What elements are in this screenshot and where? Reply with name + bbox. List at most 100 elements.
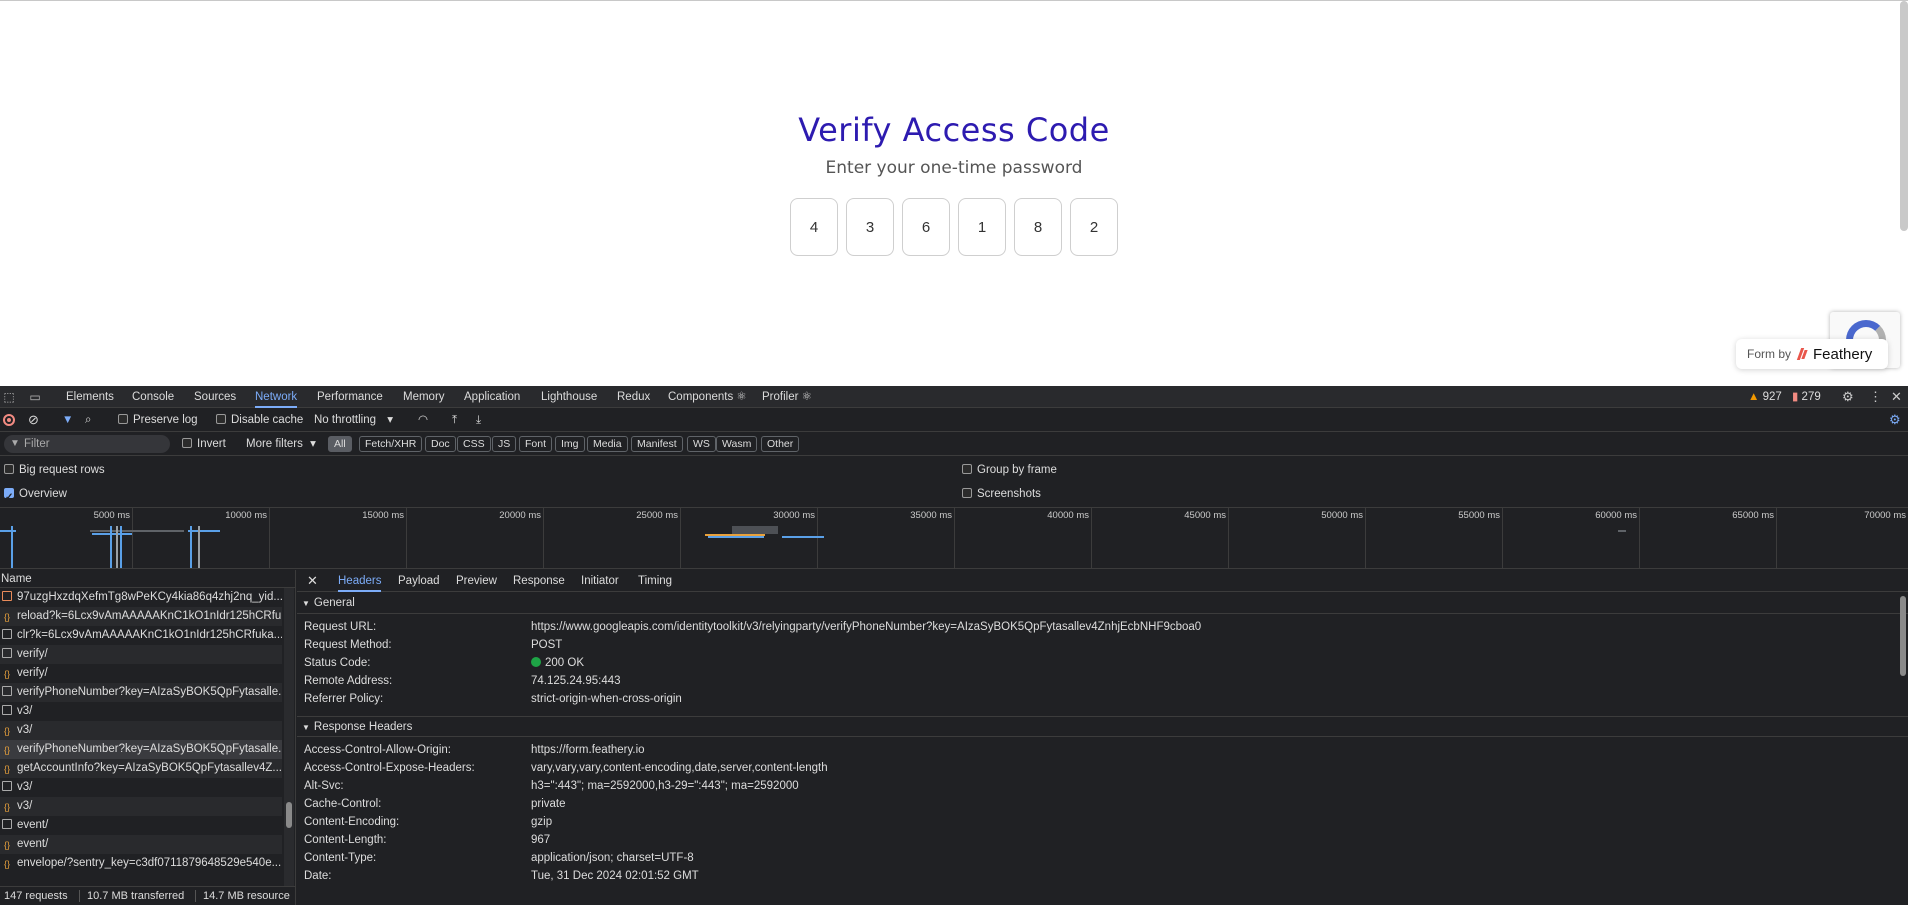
clear-icon[interactable]: ⊘ <box>28 408 39 432</box>
header-value[interactable]: POST <box>531 636 562 654</box>
request-row[interactable]: event/ <box>0 816 282 835</box>
header-value[interactable]: private <box>531 795 566 813</box>
tab-timing[interactable]: Timing <box>638 570 672 592</box>
tab-sources[interactable]: Sources <box>194 386 236 408</box>
tab-application[interactable]: Application <box>464 386 520 408</box>
tab-response[interactable]: Response <box>513 570 565 592</box>
screenshots-checkbox[interactable]: Screenshots <box>962 482 1041 506</box>
type-filter-manifest[interactable]: Manifest <box>631 436 683 452</box>
general-section-header[interactable]: ▼ General <box>297 593 1908 614</box>
request-row[interactable]: {} reload?k=6Lcx9vAmAAAAAKnC1kO1nIdr125hC… <box>0 607 282 626</box>
preserve-log-checkbox[interactable]: Preserve log <box>118 408 198 432</box>
type-filter-fetch-xhr[interactable]: Fetch/XHR <box>359 436 423 452</box>
scrollbar-thumb[interactable] <box>1900 596 1906 676</box>
header-value[interactable]: 200 OK <box>531 654 584 672</box>
request-row[interactable]: {} verifyPhoneNumber?key=AIzaSyBOK5QpFyta… <box>0 740 282 759</box>
request-row[interactable]: verifyPhoneNumber?key=AIzaSyBOK5QpFytasa… <box>0 683 282 702</box>
header-value[interactable]: https://www.googleapis.com/identitytoolk… <box>531 618 1201 636</box>
request-row[interactable]: clr?k=6Lcx9vAmAAAAAKnC1kO1nIdr125hCRfuka… <box>0 626 282 645</box>
type-filter-all[interactable]: All <box>328 436 352 452</box>
warnings-counter[interactable]: ▲ 927 <box>1748 386 1782 408</box>
network-conditions-icon[interactable]: ◠ <box>418 408 428 432</box>
form-by-feathery-badge[interactable]: Form by Feathery <box>1736 339 1888 369</box>
header-value[interactable]: h3=":443"; ma=2592000,h3-29=":443"; ma=2… <box>531 777 799 795</box>
group-by-frame-checkbox[interactable]: Group by frame <box>962 458 1057 482</box>
otp-digit-input[interactable]: 3 <box>846 198 894 256</box>
request-row[interactable]: v3/ <box>0 778 282 797</box>
tab-network[interactable]: Network <box>255 386 298 408</box>
request-row[interactable]: {} v3/ <box>0 721 282 740</box>
type-filter-font[interactable]: Font <box>519 436 553 452</box>
throttling-select[interactable]: No throttling ▾ <box>314 408 393 432</box>
header-value[interactable]: application/json; charset=UTF-8 <box>531 849 694 867</box>
otp-digit-input[interactable]: 4 <box>790 198 838 256</box>
tab-console[interactable]: Console <box>132 386 174 408</box>
disable-cache-checkbox[interactable]: Disable cache <box>216 408 303 432</box>
big-request-rows-checkbox[interactable]: Big request rows <box>4 458 105 482</box>
request-row[interactable]: {} verify/ <box>0 664 282 683</box>
tab-memory[interactable]: Memory <box>403 386 445 408</box>
request-row[interactable]: {} getAccountInfo?key=AIzaSyBOK5QpFytasal… <box>0 759 282 778</box>
tab-headers[interactable]: Headers <box>338 570 382 592</box>
type-filter-other[interactable]: Other <box>761 436 800 452</box>
overview-checkbox[interactable]: Overview <box>4 482 67 510</box>
inspect-element-icon[interactable]: ⬚ <box>2 390 16 404</box>
request-list-scrollbar[interactable] <box>284 588 294 886</box>
errors-counter[interactable]: ▮ 279 <box>1792 386 1821 408</box>
request-row[interactable]: v3/ <box>0 702 282 721</box>
tab-components[interactable]: Components ⚛ <box>668 386 747 408</box>
otp-digit-input[interactable]: 6 <box>902 198 950 256</box>
filter-icon[interactable]: ▼ <box>62 408 73 432</box>
tab-elements[interactable]: Elements <box>66 386 114 408</box>
search-icon[interactable]: ⌕ <box>85 408 91 432</box>
request-row[interactable]: {} envelope/?sentry_key=c3df0711879648529… <box>0 854 282 873</box>
filter-input[interactable]: ▼ Filter <box>4 435 170 453</box>
request-row[interactable]: 97uzgHxzdqXefmTg8wPeKCy4kia86q4zhj2nq_yi… <box>0 588 282 607</box>
response-headers-section-header[interactable]: ▼ Response Headers <box>297 716 1908 737</box>
record-icon[interactable] <box>3 414 15 426</box>
network-overview-timeline[interactable]: 5000 ms 10000 ms 15000 ms 20000 ms 25000… <box>0 507 1908 569</box>
tab-lighthouse[interactable]: Lighthouse <box>541 386 597 408</box>
tab-performance[interactable]: Performance <box>317 386 383 408</box>
page-scrollbar[interactable] <box>1900 1 1908 231</box>
type-filter-doc[interactable]: Doc <box>425 436 456 452</box>
header-value[interactable]: vary,vary,vary,content-encoding,date,ser… <box>531 759 828 777</box>
header-value[interactable]: gzip <box>531 813 552 831</box>
invert-checkbox[interactable]: Invert <box>182 432 226 456</box>
header-value[interactable]: strict-origin-when-cross-origin <box>531 690 682 708</box>
name-column-header[interactable]: Name <box>0 570 296 588</box>
close-detail-icon[interactable]: ✕ <box>307 570 318 592</box>
import-har-icon[interactable]: ⤒ <box>452 408 457 432</box>
type-filter-media[interactable]: Media <box>587 436 628 452</box>
type-filter-img[interactable]: Img <box>555 436 585 452</box>
close-devtools-icon[interactable]: ✕ <box>1891 386 1902 408</box>
type-filter-css[interactable]: CSS <box>457 436 491 452</box>
otp-digit-input[interactable]: 1 <box>958 198 1006 256</box>
tab-preview[interactable]: Preview <box>456 570 497 592</box>
tab-redux[interactable]: Redux <box>617 386 650 408</box>
otp-digit-input[interactable]: 2 <box>1070 198 1118 256</box>
otp-digit-input[interactable]: 8 <box>1014 198 1062 256</box>
network-settings-gear-icon[interactable]: ⚙ <box>1889 408 1901 432</box>
tab-profiler[interactable]: Profiler ⚛ <box>762 386 812 408</box>
image-request-icon <box>2 591 12 601</box>
type-filter-js[interactable]: JS <box>492 436 517 452</box>
header-value[interactable]: https://form.feathery.io <box>531 741 645 759</box>
type-filter-wasm[interactable]: Wasm <box>716 436 758 452</box>
header-value[interactable]: 74.125.24.95:443 <box>531 672 621 690</box>
more-options-icon[interactable]: ⋮ <box>1869 386 1882 408</box>
scrollbar-thumb[interactable] <box>286 802 292 828</box>
more-filters-dropdown[interactable]: More filters ▾ <box>246 432 316 456</box>
settings-gear-icon[interactable]: ⚙ <box>1842 386 1854 408</box>
export-har-icon[interactable]: ⤓ <box>476 408 481 432</box>
header-value[interactable]: 967 <box>531 831 550 849</box>
header-value[interactable]: Tue, 31 Dec 2024 02:01:52 GMT <box>531 867 699 885</box>
request-row[interactable]: {} v3/ <box>0 797 282 816</box>
detail-scrollbar[interactable] <box>1898 592 1908 905</box>
tab-initiator[interactable]: Initiator <box>581 570 619 592</box>
type-filter-ws[interactable]: WS <box>687 436 716 452</box>
request-row[interactable]: {} event/ <box>0 835 282 854</box>
device-toolbar-icon[interactable]: ▭ <box>28 390 42 404</box>
request-row[interactable]: verify/ <box>0 645 282 664</box>
tab-payload[interactable]: Payload <box>398 570 440 592</box>
